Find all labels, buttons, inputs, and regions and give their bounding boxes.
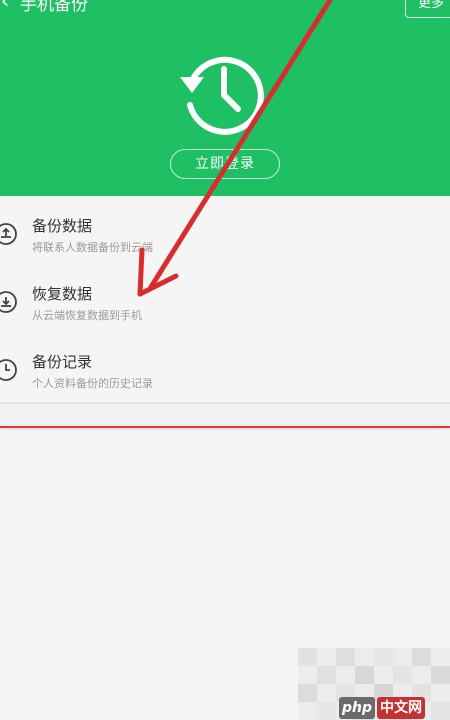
watermark-php: php [339, 697, 376, 719]
menu-label: 恢复数据 [32, 285, 93, 303]
annotation-underline [0, 426, 450, 428]
menu-desc: 从云端恢复数据到手机 [32, 309, 142, 322]
page-title: 手机备份 [20, 0, 88, 15]
header-bar: ‹ 手机备份 更多 立即登录 [0, 0, 450, 196]
divider [0, 402, 450, 404]
more-button[interactable]: 更多 [405, 0, 450, 18]
menu-label: 备份数据 [32, 217, 93, 235]
menu-item-history[interactable]: 备份记录 个人资料备份的历史记录 [0, 336, 450, 404]
chevron-left-icon[interactable]: ‹ [0, 0, 16, 16]
site-watermark: php 中文网 [339, 697, 450, 719]
clock-icon [0, 359, 17, 381]
cloud-upload-icon [0, 223, 17, 245]
menu-desc: 将联系人数据备份到云端 [32, 241, 153, 254]
history-clock-icon [180, 56, 264, 135]
menu-item-backup[interactable]: 备份数据 将联系人数据备份到云端 [0, 200, 450, 268]
menu-desc: 个人资料备份的历史记录 [32, 377, 153, 390]
menu-list: 备份数据 将联系人数据备份到云端 恢复数据 从云端恢复数据到手机 备份记录 个人… [0, 196, 450, 404]
watermark-site: 中文网 [377, 697, 426, 719]
menu-item-restore[interactable]: 恢复数据 从云端恢复数据到手机 [0, 268, 450, 336]
login-button[interactable]: 立即登录 [170, 149, 280, 179]
cloud-download-icon [0, 291, 17, 313]
menu-label: 备份记录 [32, 353, 93, 371]
